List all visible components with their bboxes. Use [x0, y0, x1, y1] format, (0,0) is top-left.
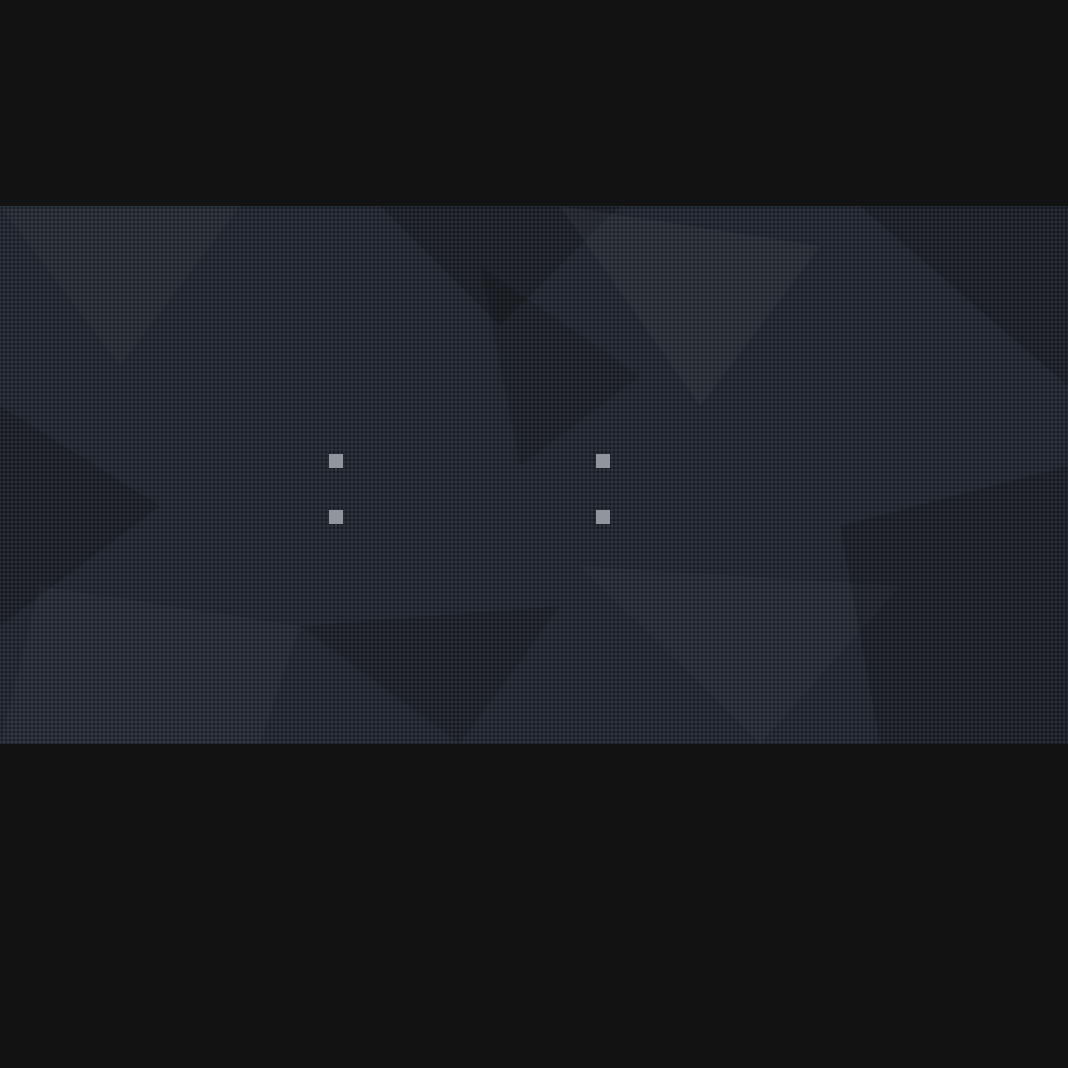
- clock-screen: [0, 0, 1068, 1068]
- digit-hours-ones: [205, 401, 295, 579]
- colon-separator: [329, 454, 343, 524]
- seconds-digits: [710, 403, 833, 577]
- hours-digits: [174, 401, 295, 579]
- colon-dot-bottom: [596, 510, 610, 524]
- colon-separator: [596, 454, 610, 524]
- digit-minutes-ones: [472, 401, 562, 579]
- digit-seconds-ones: [743, 404, 833, 576]
- digital-clock: [174, 401, 833, 579]
- colon-dot-top: [596, 454, 610, 468]
- digit-minutes-tens: [363, 401, 445, 579]
- colon-dot-bottom: [329, 510, 343, 524]
- colon-dot-top: [329, 454, 343, 468]
- minutes-digits: [363, 401, 562, 579]
